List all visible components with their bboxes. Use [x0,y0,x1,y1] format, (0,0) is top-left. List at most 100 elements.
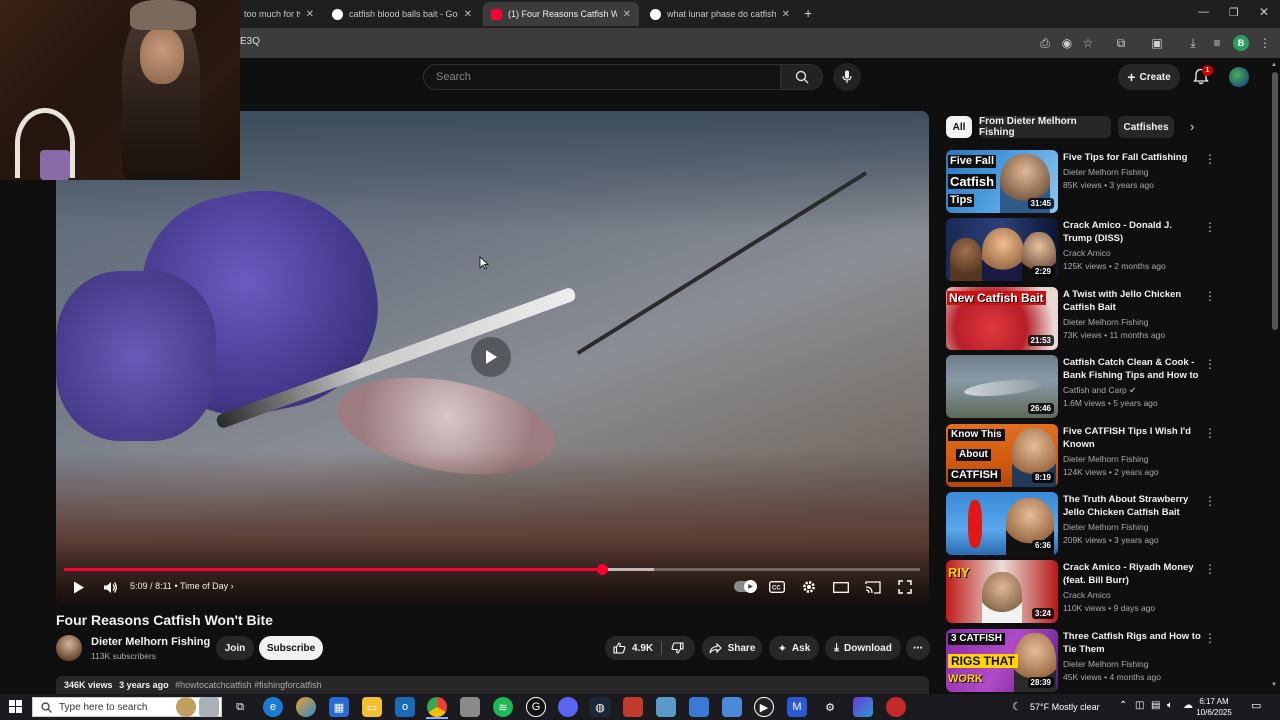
recommendation-title[interactable]: Five CATFISH Tips I Wish I'd Known [1063,425,1203,451]
discord-icon[interactable] [558,697,578,717]
recommendation-title[interactable]: Three Catfish Rigs and How to Tie Them [1063,630,1203,656]
recommendation-channel[interactable]: Dieter Melhorn Fishing [1063,454,1149,464]
star-icon[interactable]: ☆ [1080,35,1096,51]
theater-mode-button[interactable] [832,578,850,596]
recommendation-item[interactable]: 26:46 Catfish Catch Clean & Cook - Bank … [946,355,1246,419]
video-thumbnail[interactable]: RIY 3:24 [946,560,1058,623]
scrollbar-thumb[interactable] [1272,72,1278,330]
sidebar-icon[interactable]: ▣ [1149,35,1165,51]
recommendation-item[interactable]: Five Fall Catfish Tips 31:45 Five Tips f… [946,150,1246,214]
voice-search-button[interactable] [833,63,861,91]
video-thumbnail[interactable]: Five Fall Catfish Tips 31:45 [946,150,1058,213]
system-clock[interactable]: 6:17 AM 10/6/2025 [1196,696,1232,718]
address-bar[interactable]: E3Q [240,36,260,47]
weather-text[interactable]: 57°F Mostly clear [1030,702,1100,712]
join-button[interactable]: Join [216,636,254,660]
taskbar-app-icon[interactable] [722,697,742,717]
subscribe-button[interactable]: Subscribe [259,636,323,660]
channel-name[interactable]: Dieter Melhorn Fishing [91,636,210,648]
store-icon[interactable]: ▦ [329,697,349,717]
profile-avatar[interactable]: B [1233,35,1249,51]
search-button[interactable] [781,64,823,90]
taskbar-app-icon[interactable] [199,697,219,717]
chapter-label[interactable]: Time of Day [180,581,228,591]
big-play-button[interactable] [471,337,511,377]
eye-off-icon[interactable]: ◉ [1059,35,1075,51]
channel-avatar[interactable] [56,635,82,661]
more-vertical-icon[interactable]: ⋮ [1204,494,1216,508]
recommendation-item[interactable]: Know This About CATFISH 8:19 Five CATFIS… [946,424,1246,488]
outlook-icon[interactable]: o [395,697,415,717]
more-vertical-icon[interactable]: ⋮ [1204,289,1216,303]
news-widget-icon[interactable] [176,697,196,717]
recommendation-item[interactable]: 6:36 The Truth About Strawberry Jello Ch… [946,492,1246,556]
menu-dots-icon[interactable]: ⋮ [1257,35,1273,51]
extensions-icon[interactable]: ⧉ [1113,35,1129,51]
search-input[interactable]: Search [423,64,781,90]
recommendation-item[interactable]: 3 CATFISH RIGS THAT WORK 28:39 Three Cat… [946,629,1246,693]
taskbar-app-icon[interactable] [656,697,676,717]
scroll-down-icon[interactable]: ▼ [1271,682,1277,688]
browser-tab-3[interactable]: what lunar phase do catfish bit ✕ [642,2,798,26]
fullscreen-button[interactable] [896,578,914,596]
settings-button[interactable] [800,578,818,596]
volume-icon[interactable]: 🔈︎ [1167,700,1173,711]
scroll-up-icon[interactable]: ▲ [1271,62,1277,68]
close-icon[interactable]: ✕ [306,9,314,20]
taskbar-app-icon[interactable]: G [526,697,546,717]
chip-catfishes[interactable]: Catfishes [1118,116,1174,138]
recommendation-title[interactable]: Crack Amico - Riyadh Money (feat. Bill B… [1063,561,1203,587]
browser-tab-1[interactable]: catfish blood balls bait - Googl ✕ [324,2,480,26]
recommendation-title[interactable]: The Truth About Strawberry Jello Chicken… [1063,493,1203,519]
notifications-button[interactable]: 1 [1193,65,1213,90]
recommendation-item[interactable]: New Catfish Bait 21:53 A Twist with Jell… [946,287,1246,351]
media-player-icon[interactable]: ▶ [754,697,774,717]
chevron-up-icon[interactable]: ⌃ [1119,700,1127,711]
recommendation-channel[interactable]: Dieter Melhorn Fishing [1063,167,1149,177]
video-progress-bar[interactable] [64,564,920,575]
taskbar-app-icon[interactable]: M [787,697,807,717]
taskbar-app-icon[interactable] [623,697,643,717]
video-thumbnail[interactable]: 2:29 [946,218,1058,281]
video-thumbnail[interactable]: New Catfish Bait 21:53 [946,287,1058,350]
ask-button[interactable]: ✦ Ask [769,636,819,660]
chevron-right-icon[interactable]: › [1190,119,1194,134]
recommendation-title[interactable]: Crack Amico - Donald J. Trump (DISS) [1063,219,1203,245]
page-scrollbar[interactable]: ▲ ▼ [1270,62,1280,692]
download-button[interactable]: ⤓ Download [825,636,901,660]
onedrive-icon[interactable]: ☁ [1183,700,1193,711]
download-icon[interactable]: ⤓ [1185,35,1201,51]
recommendation-title[interactable]: Five Tips for Fall Catfishing [1063,151,1203,164]
like-button[interactable]: 4.9K [613,642,653,654]
network-icon[interactable]: ▤ [1151,700,1160,711]
close-icon[interactable]: ✕ [623,9,631,20]
windows-start-button[interactable] [9,700,22,718]
close-icon[interactable]: ✕ [464,9,472,20]
browser-tab-0[interactable]: too much for tw ✕ [236,2,322,26]
more-vertical-icon[interactable]: ⋮ [1204,631,1216,645]
video-thumbnail[interactable]: Know This About CATFISH 8:19 [946,424,1058,487]
create-button[interactable]: + Create [1118,64,1180,90]
browser-tab-2[interactable]: (1) Four Reasons Catfish Won't ✕ [483,2,639,26]
chip-all[interactable]: All [946,116,972,138]
recommendation-channel[interactable]: Catfish and Carp ✔ [1063,385,1136,396]
file-explorer-icon[interactable]: ▭ [362,697,382,717]
video-thumbnail[interactable]: 3 CATFISH RIGS THAT WORK 28:39 [946,629,1058,692]
taskbar-app-icon[interactable] [886,697,906,717]
video-thumbnail[interactable]: 26:46 [946,355,1058,418]
more-vertical-icon[interactable]: ⋮ [1204,357,1216,371]
more-vertical-icon[interactable]: ⋮ [1204,562,1216,576]
video-player[interactable] [56,111,929,603]
edge-icon[interactable]: e [263,697,283,717]
captions-button[interactable]: CC [768,578,786,596]
new-tab-button[interactable]: + [804,5,812,21]
taskbar-app-icon[interactable] [853,697,873,717]
recommendation-channel[interactable]: Crack Amico [1063,248,1111,258]
more-vertical-icon[interactable]: ⋮ [1204,220,1216,234]
more-actions-button[interactable]: ⋯ [906,636,930,660]
more-vertical-icon[interactable]: ⋮ [1204,152,1216,166]
recommendation-channel[interactable]: Crack Amico [1063,590,1111,600]
chip-from-channel[interactable]: From Dieter Melhorn Fishing [979,116,1111,138]
recommendation-channel[interactable]: Dieter Melhorn Fishing [1063,659,1149,669]
volume-button[interactable] [101,578,119,596]
